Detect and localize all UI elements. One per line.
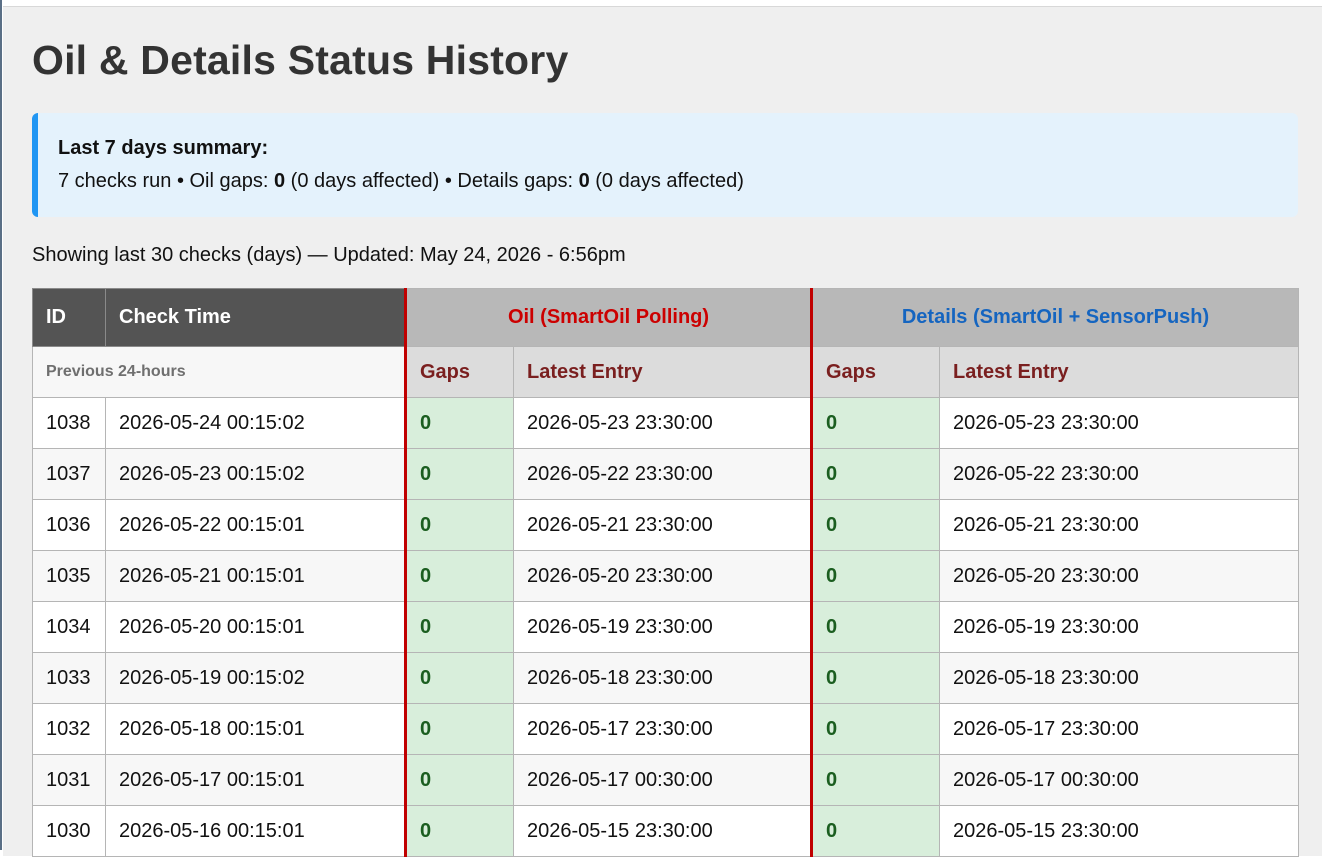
row-check-time: 2026-05-23 00:15:02 (106, 449, 406, 500)
status-page: Oil & Details Status History Last 7 days… (3, 6, 1322, 856)
previous-24-hours-label: Previous 24-hours (33, 347, 406, 398)
table-row: 1037 2026-05-23 00:15:02 0 2026-05-22 23… (33, 449, 1299, 500)
row-id: 1031 (33, 755, 106, 806)
row-details-latest-entry: 2026-05-21 23:30:00 (940, 500, 1299, 551)
row-id: 1030 (33, 806, 106, 857)
row-details-latest-entry: 2026-05-17 23:30:00 (940, 704, 1299, 755)
row-id: 1036 (33, 500, 106, 551)
table-row: 1033 2026-05-19 00:15:02 0 2026-05-18 23… (33, 653, 1299, 704)
row-oil-gaps: 0 (406, 398, 514, 449)
row-details-latest-entry: 2026-05-15 23:30:00 (940, 806, 1299, 857)
row-details-latest-entry: 2026-05-17 00:30:00 (940, 755, 1299, 806)
summary-title: Last 7 days summary: (58, 136, 1298, 160)
table-header-row: ID Check Time Oil (SmartOil Polling) Det… (33, 289, 1299, 347)
summary-details-affected: (0 days affected) (590, 170, 744, 192)
table-row: 1031 2026-05-17 00:15:01 0 2026-05-17 00… (33, 755, 1299, 806)
table-row: 1032 2026-05-18 00:15:01 0 2026-05-17 23… (33, 704, 1299, 755)
table-row: 1036 2026-05-22 00:15:01 0 2026-05-21 23… (33, 500, 1299, 551)
table-row: 1035 2026-05-21 00:15:01 0 2026-05-20 23… (33, 551, 1299, 602)
row-oil-latest-entry: 2026-05-22 23:30:00 (514, 449, 812, 500)
summary-checks-text: 7 checks run • Oil gaps: (58, 170, 274, 192)
row-details-gaps: 0 (812, 500, 940, 551)
row-details-gaps: 0 (812, 551, 940, 602)
row-check-time: 2026-05-16 00:15:01 (106, 806, 406, 857)
row-details-gaps: 0 (812, 449, 940, 500)
row-oil-gaps: 0 (406, 653, 514, 704)
column-header-details-gaps: Gaps (812, 347, 940, 398)
row-id: 1038 (33, 398, 106, 449)
summary-panel: Last 7 days summary: 7 checks run • Oil … (32, 113, 1298, 217)
row-details-latest-entry: 2026-05-22 23:30:00 (940, 449, 1299, 500)
row-check-time: 2026-05-24 00:15:02 (106, 398, 406, 449)
row-oil-gaps: 0 (406, 551, 514, 602)
column-group-details: Details (SmartOil + SensorPush) (812, 289, 1299, 347)
column-header-oil-latest-entry: Latest Entry (514, 347, 812, 398)
row-id: 1033 (33, 653, 106, 704)
row-oil-latest-entry: 2026-05-18 23:30:00 (514, 653, 812, 704)
row-details-gaps: 0 (812, 755, 940, 806)
row-oil-latest-entry: 2026-05-19 23:30:00 (514, 602, 812, 653)
row-check-time: 2026-05-22 00:15:01 (106, 500, 406, 551)
column-group-oil: Oil (SmartOil Polling) (406, 289, 812, 347)
window-edge (0, 0, 2, 850)
row-id: 1037 (33, 449, 106, 500)
summary-oil-gaps: 0 (274, 170, 285, 192)
row-oil-latest-entry: 2026-05-15 23:30:00 (514, 806, 812, 857)
summary-line: 7 checks run • Oil gaps: 0 (0 days affec… (58, 169, 1298, 193)
row-oil-gaps: 0 (406, 602, 514, 653)
row-details-gaps: 0 (812, 806, 940, 857)
row-id: 1034 (33, 602, 106, 653)
row-check-time: 2026-05-17 00:15:01 (106, 755, 406, 806)
row-details-latest-entry: 2026-05-18 23:30:00 (940, 653, 1299, 704)
status-history-table: ID Check Time Oil (SmartOil Polling) Det… (32, 288, 1299, 857)
row-details-gaps: 0 (812, 704, 940, 755)
row-oil-gaps: 0 (406, 704, 514, 755)
column-header-id: ID (33, 289, 106, 347)
column-header-oil-gaps: Gaps (406, 347, 514, 398)
row-check-time: 2026-05-20 00:15:01 (106, 602, 406, 653)
row-check-time: 2026-05-21 00:15:01 (106, 551, 406, 602)
row-details-gaps: 0 (812, 602, 940, 653)
summary-details-gaps: 0 (579, 170, 590, 192)
row-oil-latest-entry: 2026-05-21 23:30:00 (514, 500, 812, 551)
table-row: 1038 2026-05-24 00:15:02 0 2026-05-23 23… (33, 398, 1299, 449)
summary-oil-affected: (0 days affected) • Details gaps: (285, 170, 578, 192)
row-oil-latest-entry: 2026-05-20 23:30:00 (514, 551, 812, 602)
row-oil-latest-entry: 2026-05-17 23:30:00 (514, 704, 812, 755)
table-subheader-row: Previous 24-hours Gaps Latest Entry Gaps… (33, 347, 1299, 398)
row-oil-latest-entry: 2026-05-17 00:30:00 (514, 755, 812, 806)
row-details-latest-entry: 2026-05-19 23:30:00 (940, 602, 1299, 653)
row-details-latest-entry: 2026-05-23 23:30:00 (940, 398, 1299, 449)
showing-status: Showing last 30 checks (days) — Updated:… (32, 243, 1298, 267)
page-title: Oil & Details Status History (32, 7, 1298, 85)
row-id: 1032 (33, 704, 106, 755)
row-oil-gaps: 0 (406, 755, 514, 806)
row-details-gaps: 0 (812, 398, 940, 449)
row-oil-gaps: 0 (406, 806, 514, 857)
row-oil-gaps: 0 (406, 449, 514, 500)
row-details-latest-entry: 2026-05-20 23:30:00 (940, 551, 1299, 602)
row-oil-gaps: 0 (406, 500, 514, 551)
row-check-time: 2026-05-19 00:15:02 (106, 653, 406, 704)
row-oil-latest-entry: 2026-05-23 23:30:00 (514, 398, 812, 449)
row-details-gaps: 0 (812, 653, 940, 704)
table-row: 1030 2026-05-16 00:15:01 0 2026-05-15 23… (33, 806, 1299, 857)
column-header-check-time: Check Time (106, 289, 406, 347)
row-id: 1035 (33, 551, 106, 602)
column-header-details-latest-entry: Latest Entry (940, 347, 1299, 398)
table-row: 1034 2026-05-20 00:15:01 0 2026-05-19 23… (33, 602, 1299, 653)
row-check-time: 2026-05-18 00:15:01 (106, 704, 406, 755)
